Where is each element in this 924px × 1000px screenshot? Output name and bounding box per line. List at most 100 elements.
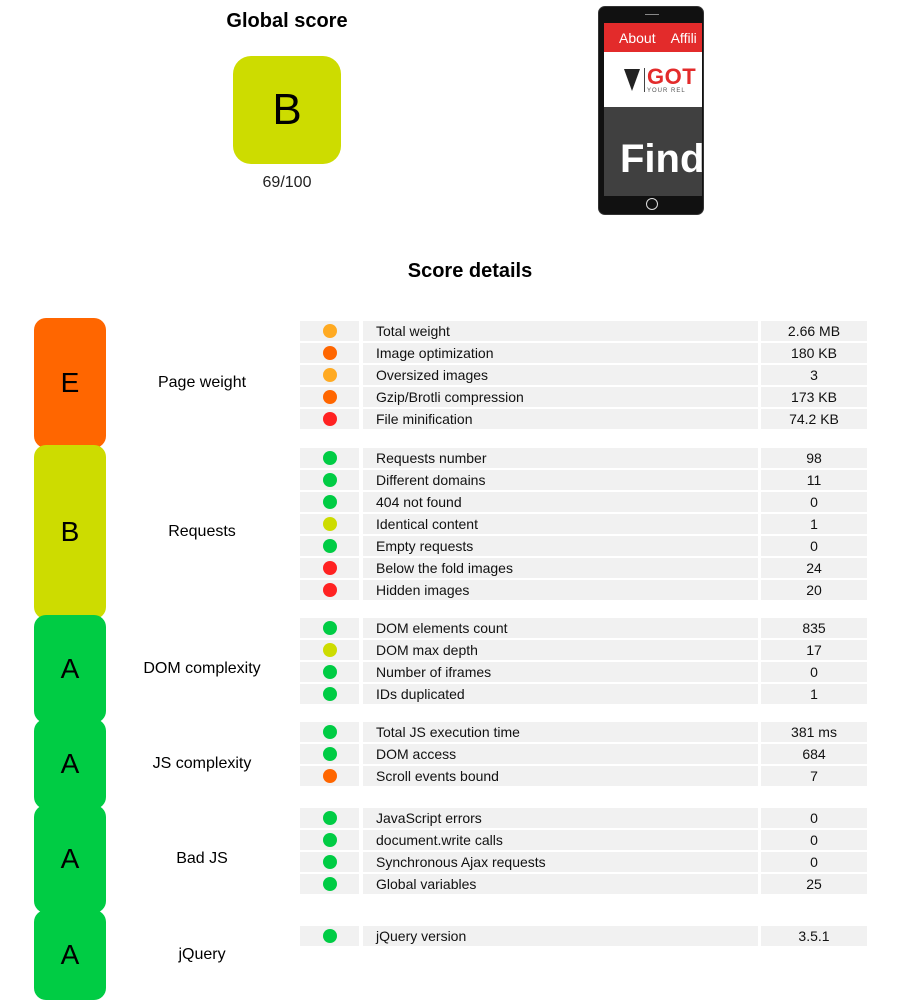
metric-status-cell [300, 744, 359, 764]
metric-value: 20 [761, 580, 867, 600]
global-grade-letter: B [272, 85, 302, 134]
metric-row: Total JS execution time 381 ms [300, 722, 882, 742]
metric-value: 74.2 KB [761, 409, 867, 429]
global-grade-badge: B [233, 56, 341, 164]
metric-status-cell [300, 874, 359, 894]
metric-row: DOM elements count 835 [300, 618, 882, 638]
metric-value: 0 [761, 492, 867, 512]
metric-value: 1 [761, 514, 867, 534]
metric-name: DOM elements count [363, 618, 758, 638]
preview-logo-text: GOT [647, 63, 697, 89]
metric-status-cell [300, 448, 359, 468]
score-details-title: Score details [407, 260, 533, 282]
metric-row: Identical content 1 [300, 514, 882, 534]
status-dot-icon [322, 451, 337, 465]
metric-value: 173 KB [761, 387, 867, 407]
section-grade-letter: B [60, 516, 80, 547]
status-dot-icon [322, 833, 337, 847]
metric-name: DOM access [363, 744, 758, 764]
metric-name: JavaScript errors [363, 808, 758, 828]
metric-value: 24 [761, 558, 867, 578]
status-dot-icon [322, 811, 337, 825]
metric-status-cell [300, 580, 359, 600]
metric-rows: JavaScript errors 0 document.write calls 0 S… [300, 808, 882, 896]
metric-status-cell [300, 830, 359, 850]
section-label: DOM complexity [143, 660, 261, 677]
metric-name: 404 not found [363, 492, 758, 512]
metric-value: 2.66 MB [761, 321, 867, 341]
section-label: Requests [168, 523, 236, 540]
metric-name: Hidden images [363, 580, 758, 600]
status-dot-icon [322, 473, 337, 487]
metric-rows: DOM elements count 835 DOM max depth 17 Numb… [300, 618, 882, 706]
section-grade-letter: A [60, 748, 80, 779]
status-dot-icon [322, 621, 337, 635]
metric-row: File minification 74.2 KB [300, 409, 882, 429]
section-grade-badge: A [34, 615, 106, 723]
preview-nav-bar: About Affili [604, 23, 702, 52]
metric-value: 0 [761, 830, 867, 850]
section-label: Page weight [157, 374, 247, 391]
metric-value: 381 ms [761, 722, 867, 742]
metric-value: 25 [761, 874, 867, 894]
status-dot-icon [322, 769, 337, 783]
metric-row: Global variables 25 [300, 874, 882, 894]
metric-row: IDs duplicated 1 [300, 684, 882, 704]
bull-logo-icon [624, 68, 640, 91]
metric-row: jQuery version 3.5.1 [300, 926, 882, 946]
metric-value: 3.5.1 [761, 926, 867, 946]
status-dot-icon [322, 643, 337, 657]
metric-status-cell [300, 321, 359, 341]
status-dot-icon [322, 687, 337, 701]
section-grade-badge: A [34, 910, 106, 1000]
metric-row: document.write calls 0 [300, 830, 882, 850]
metric-name: Synchronous Ajax requests [363, 852, 758, 872]
status-dot-icon [322, 346, 337, 360]
section-grade-badge: B [34, 445, 106, 619]
status-dot-icon [322, 855, 337, 869]
metric-rows: Total weight 2.66 MB Image optimization 180… [300, 321, 882, 431]
metric-value: 1 [761, 684, 867, 704]
mobile-screenshot-preview: About Affili GOT YOUR REL Find [598, 6, 704, 215]
metric-value: 835 [761, 618, 867, 638]
metric-row: Different domains 11 [300, 470, 882, 490]
metric-status-cell [300, 640, 359, 660]
status-dot-icon [322, 390, 337, 404]
metric-status-cell [300, 926, 359, 946]
metric-name: IDs duplicated [363, 684, 758, 704]
metric-row: DOM max depth 17 [300, 640, 882, 660]
section-grade-letter: A [60, 653, 80, 684]
status-dot-icon [322, 539, 337, 553]
metric-status-cell [300, 662, 359, 682]
metric-status-cell [300, 536, 359, 556]
section-grade-badge: A [34, 805, 106, 913]
status-dot-icon [322, 561, 337, 575]
section-grade-letter: A [60, 843, 80, 874]
metric-status-cell [300, 618, 359, 638]
metric-name: Total weight [363, 321, 758, 341]
metric-value: 7 [761, 766, 867, 786]
status-dot-icon [322, 324, 337, 338]
phone-speaker [645, 14, 659, 15]
section-grade-letter: A [60, 939, 80, 970]
status-dot-icon [322, 665, 337, 679]
section-grade-letter: E [60, 367, 80, 398]
metric-row: Image optimization 180 KB [300, 343, 882, 363]
preview-logo-subtext: YOUR REL [647, 87, 686, 94]
metric-rows: jQuery version 3.5.1 [300, 926, 882, 948]
section-label: JS complexity [152, 755, 252, 772]
metric-name: Total JS execution time [363, 722, 758, 742]
metric-name: Different domains [363, 470, 758, 490]
metric-name: jQuery version [363, 926, 758, 946]
metric-status-cell [300, 492, 359, 512]
preview-nav-item: About [619, 29, 656, 46]
metric-row: Total weight 2.66 MB [300, 321, 882, 341]
metric-value: 17 [761, 640, 867, 660]
section-grade-badge: E [34, 318, 106, 448]
metric-name: File minification [363, 409, 758, 429]
metric-row: Hidden images 20 [300, 580, 882, 600]
preview-nav-item: Affili [670, 29, 697, 46]
metric-status-cell [300, 766, 359, 786]
status-dot-icon [322, 517, 337, 531]
metric-name: Requests number [363, 448, 758, 468]
